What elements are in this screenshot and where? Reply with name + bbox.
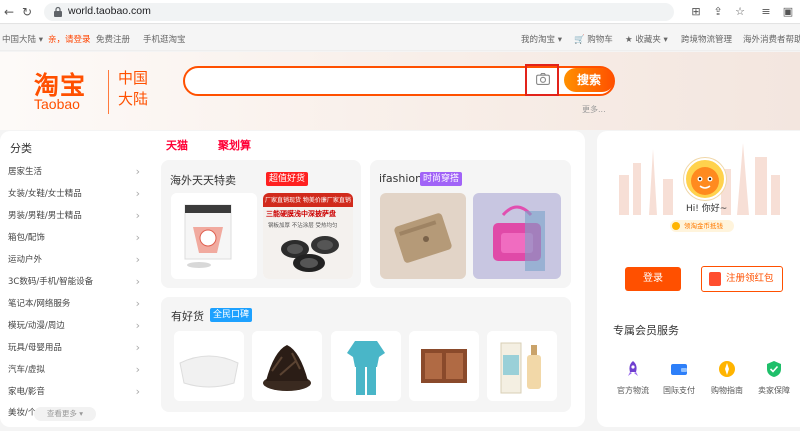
ifashion-badge: 时尚穿搭 bbox=[420, 172, 463, 186]
login-button[interactable]: 登录 bbox=[625, 267, 681, 291]
cosmetics-image bbox=[487, 331, 557, 401]
chevron-right-icon: › bbox=[135, 297, 140, 310]
greeting-text: Hi! 你好~ bbox=[686, 204, 728, 214]
wallet-image bbox=[380, 193, 466, 279]
rocket-icon bbox=[628, 361, 638, 376]
address-bar[interactable]: world.taobao.com bbox=[44, 3, 674, 21]
shelf-image bbox=[409, 331, 479, 401]
side-panel-icon[interactable]: ▣ bbox=[780, 4, 796, 20]
taobao-mascot-icon bbox=[691, 167, 719, 195]
service-guide[interactable]: 购物指南 bbox=[704, 360, 750, 396]
chevron-right-icon: › bbox=[135, 275, 140, 288]
shield-icon bbox=[767, 361, 781, 377]
product-card[interactable] bbox=[487, 331, 557, 401]
lock-icon bbox=[54, 6, 62, 17]
back-icon[interactable]: ← bbox=[4, 5, 14, 19]
url-text: world.taobao.com bbox=[68, 5, 151, 17]
product-card[interactable] bbox=[331, 331, 401, 401]
chevron-right-icon: › bbox=[135, 209, 140, 222]
tab-tmall[interactable]: 天猫 bbox=[166, 137, 188, 153]
logo-divider bbox=[108, 70, 109, 114]
chevron-right-icon: › bbox=[135, 165, 140, 178]
pillow-image bbox=[174, 331, 244, 401]
category-item[interactable]: 女装/女鞋/女士精品 › bbox=[8, 183, 146, 205]
site-top-bar: 中国大陆 ▾ 亲，请登录 免费注册 手机逛淘宝 我的淘宝 ▾ 🛒 购物车 ★ 收… bbox=[0, 25, 800, 51]
service-logistics[interactable]: 官方物流 bbox=[610, 360, 656, 396]
category-item[interactable]: 家电/影音 › bbox=[8, 381, 146, 403]
site-header: 淘宝 Taobao 中国 大陆 bbox=[0, 52, 800, 130]
taobao-logo-en: Taobao bbox=[34, 96, 80, 112]
chevron-right-icon: › bbox=[135, 253, 140, 266]
reload-icon[interactable]: ↻ bbox=[22, 5, 32, 19]
coffee-filter-image bbox=[171, 193, 257, 279]
register-red-packet-button[interactable]: 注册领红包 bbox=[701, 266, 783, 292]
favorites-link[interactable]: ★ 收藏夹 ▾ bbox=[625, 33, 668, 45]
category-item[interactable]: 居家生活 › bbox=[8, 161, 146, 183]
wallet-icon bbox=[671, 364, 687, 375]
cart-icon: 🛒 bbox=[574, 35, 585, 45]
mobile-link[interactable]: 手机逛淘宝 bbox=[143, 33, 186, 45]
chevron-right-icon: › bbox=[135, 385, 140, 398]
category-item[interactable]: 模玩/动漫/周边 › bbox=[8, 315, 146, 337]
tea-image bbox=[252, 331, 322, 401]
product-card[interactable] bbox=[473, 193, 561, 279]
region-label: 中国 大陆 bbox=[118, 69, 149, 108]
chevron-right-icon: › bbox=[135, 341, 140, 354]
product-card[interactable] bbox=[409, 331, 479, 401]
avatar[interactable] bbox=[684, 158, 726, 200]
register-link[interactable]: 免费注册 bbox=[96, 33, 130, 45]
product-subtitle: 厂家直销现货 物美价廉厂家直销 bbox=[265, 197, 351, 204]
category-item[interactable]: 玩具/母婴用品 › bbox=[8, 337, 146, 359]
pajamas-image bbox=[331, 331, 401, 401]
see-more-button[interactable]: 查看更多 ▾ bbox=[34, 407, 96, 421]
coins-link[interactable]: 领淘金币抵钱 bbox=[670, 220, 734, 232]
category-item[interactable]: 箱包/配饰 › bbox=[8, 227, 146, 249]
my-taobao-link[interactable]: 我的淘宝 ▾ bbox=[521, 33, 562, 45]
coin-icon bbox=[672, 222, 680, 230]
category-title: 分类 bbox=[10, 142, 32, 155]
product-card[interactable] bbox=[171, 193, 257, 279]
red-packet-icon bbox=[709, 272, 721, 286]
chevron-right-icon: › bbox=[135, 363, 140, 376]
consumer-help-link[interactable]: 海外消费者帮助 bbox=[743, 33, 800, 45]
chevron-right-icon: › bbox=[135, 231, 140, 244]
cart-link[interactable]: 🛒 购物车 bbox=[574, 33, 613, 45]
camera-icon[interactable] bbox=[536, 73, 550, 85]
more-link[interactable]: 更多... bbox=[582, 104, 606, 115]
category-item[interactable]: 男装/男鞋/男士精品 › bbox=[8, 205, 146, 227]
product-title: 三能硬膜浅中深披萨盘 bbox=[266, 210, 336, 218]
logistics-link[interactable]: 跨境物流管理 bbox=[681, 33, 732, 45]
star-icon[interactable]: ☆ bbox=[732, 4, 748, 20]
category-item[interactable]: 运动户外 › bbox=[8, 249, 146, 271]
good-goods-title: 有好货 bbox=[171, 310, 204, 323]
category-item[interactable]: 汽车/虚拟 › bbox=[8, 359, 146, 381]
product-features: 钢板加厚 不沾涂层 受热均匀 bbox=[268, 223, 338, 229]
ifashion-title: ifashion bbox=[379, 172, 423, 185]
chevron-right-icon: › bbox=[135, 319, 140, 332]
compass-icon bbox=[719, 361, 735, 377]
share-icon[interactable]: ⇪ bbox=[710, 4, 726, 20]
category-item[interactable]: 笔记本/网络服务 › bbox=[8, 293, 146, 315]
service-protection[interactable]: 卖家保障 bbox=[751, 360, 797, 396]
browser-toolbar: ← ↻ world.taobao.com ⊞ ⇪ ☆ ≡ ▣ bbox=[0, 0, 800, 24]
search-button[interactable]: 搜索 bbox=[564, 68, 614, 92]
good-goods-badge: 全民口碑 bbox=[210, 308, 253, 322]
pizza-pan-image bbox=[263, 193, 353, 279]
product-card[interactable] bbox=[174, 331, 244, 401]
product-card[interactable] bbox=[252, 331, 322, 401]
product-card[interactable]: 厂家直销现货 物美价廉厂家直销 三能硬膜浅中深披萨盘 钢板加厚 不沾涂层 受热均… bbox=[263, 193, 353, 279]
handbag-image bbox=[473, 193, 561, 279]
translate-icon[interactable]: ⊞ bbox=[688, 4, 704, 20]
region-selector[interactable]: 中国大陆 ▾ bbox=[2, 33, 43, 45]
product-card[interactable] bbox=[380, 193, 466, 279]
category-item[interactable]: 3C数码/手机/智能设备 › bbox=[8, 271, 146, 293]
services-title: 专属会员服务 bbox=[613, 324, 679, 337]
overseas-title: 海外天天特卖 bbox=[170, 174, 236, 187]
overseas-badge: 超值好货 bbox=[266, 172, 309, 186]
chevron-right-icon: › bbox=[135, 187, 140, 200]
login-link[interactable]: 亲，请登录 bbox=[48, 33, 91, 45]
service-payment[interactable]: 国际支付 bbox=[656, 360, 702, 396]
tab-juhuasuan[interactable]: 聚划算 bbox=[218, 137, 251, 153]
reading-list-icon[interactable]: ≡ bbox=[758, 4, 774, 20]
